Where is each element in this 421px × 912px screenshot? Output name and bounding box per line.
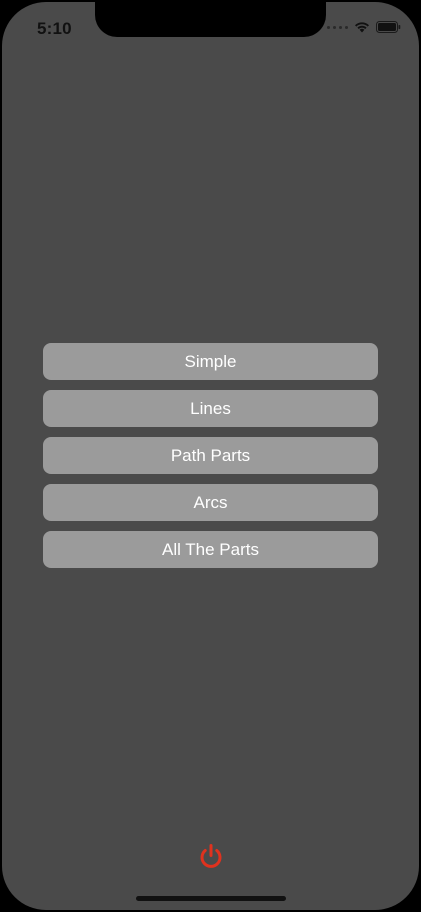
simple-button[interactable]: Simple	[43, 343, 378, 380]
battery-icon	[376, 21, 401, 33]
power-icon	[200, 844, 222, 868]
path-parts-button[interactable]: Path Parts	[43, 437, 378, 474]
arcs-button[interactable]: Arcs	[43, 484, 378, 521]
status-time: 5:10	[37, 19, 72, 38]
status-icons	[327, 21, 401, 33]
home-indicator[interactable]	[136, 896, 286, 901]
all-the-parts-button[interactable]: All The Parts	[43, 531, 378, 568]
wifi-icon	[355, 22, 369, 33]
power-button[interactable]	[198, 843, 224, 871]
lines-button[interactable]: Lines	[43, 390, 378, 427]
device-notch	[95, 2, 326, 37]
app-screen: 5:10 Simple Lines Path Parts Arcs All Th…	[2, 2, 419, 910]
cellular-signal-icon	[327, 25, 348, 29]
status-bar: 5:10	[2, 2, 419, 46]
menu-button-list: Simple Lines Path Parts Arcs All The Par…	[43, 343, 378, 578]
